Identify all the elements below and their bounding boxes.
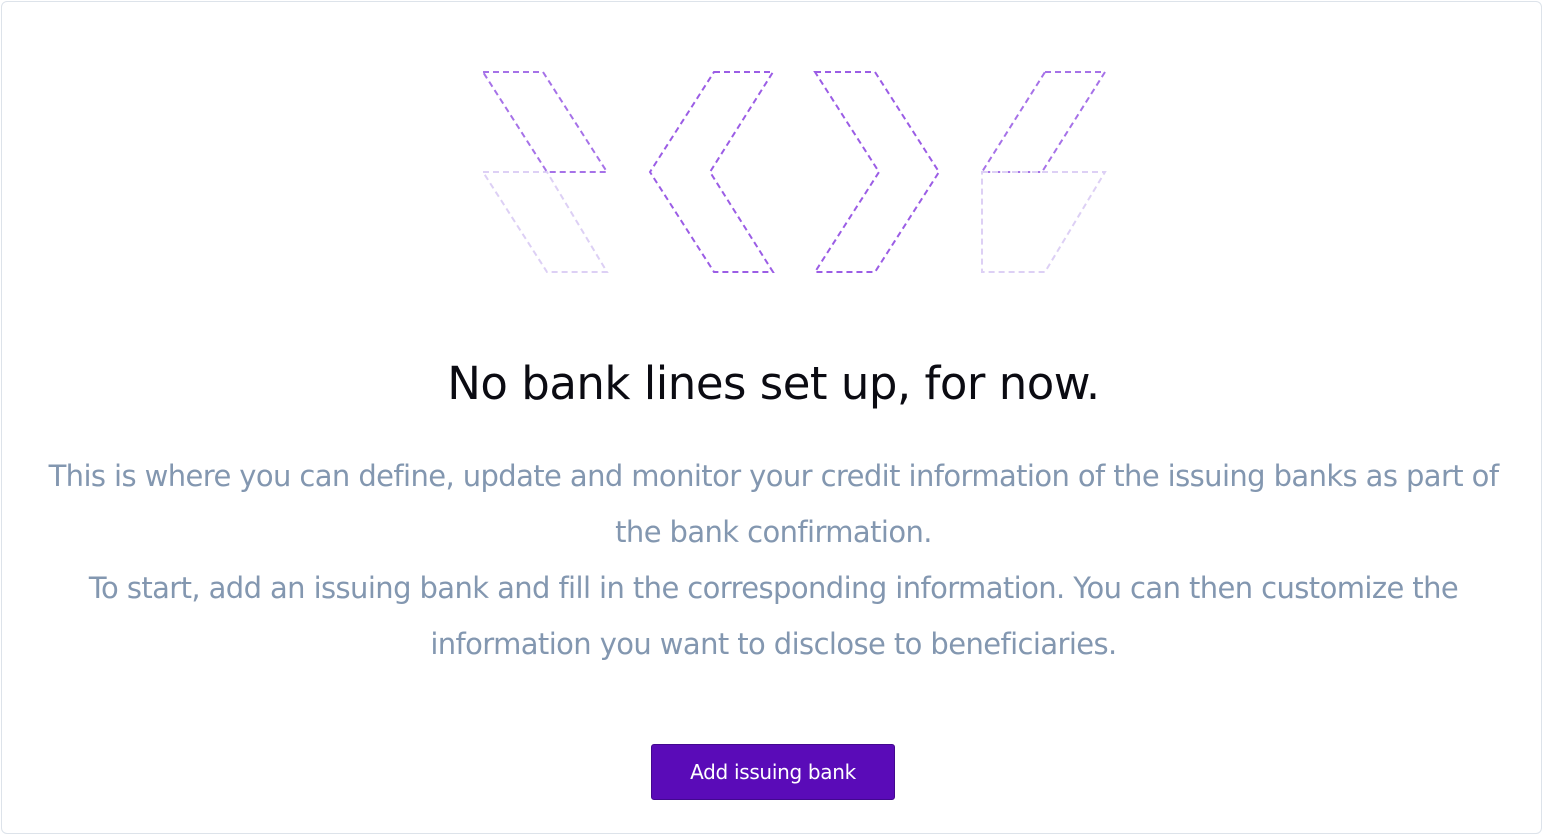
page-title: No bank lines set up, for now. — [447, 357, 1100, 410]
add-issuing-bank-button[interactable]: Add issuing bank — [651, 744, 895, 800]
dashed-chevrons-icon — [481, 71, 1107, 273]
description-line-1: This is where you can define, update and… — [48, 459, 1499, 549]
empty-state-card: No bank lines set up, for now. This is w… — [1, 1, 1542, 834]
empty-state-description: This is where you can define, update and… — [42, 448, 1505, 672]
description-line-2: To start, add an issuing bank and fill i… — [88, 571, 1459, 661]
